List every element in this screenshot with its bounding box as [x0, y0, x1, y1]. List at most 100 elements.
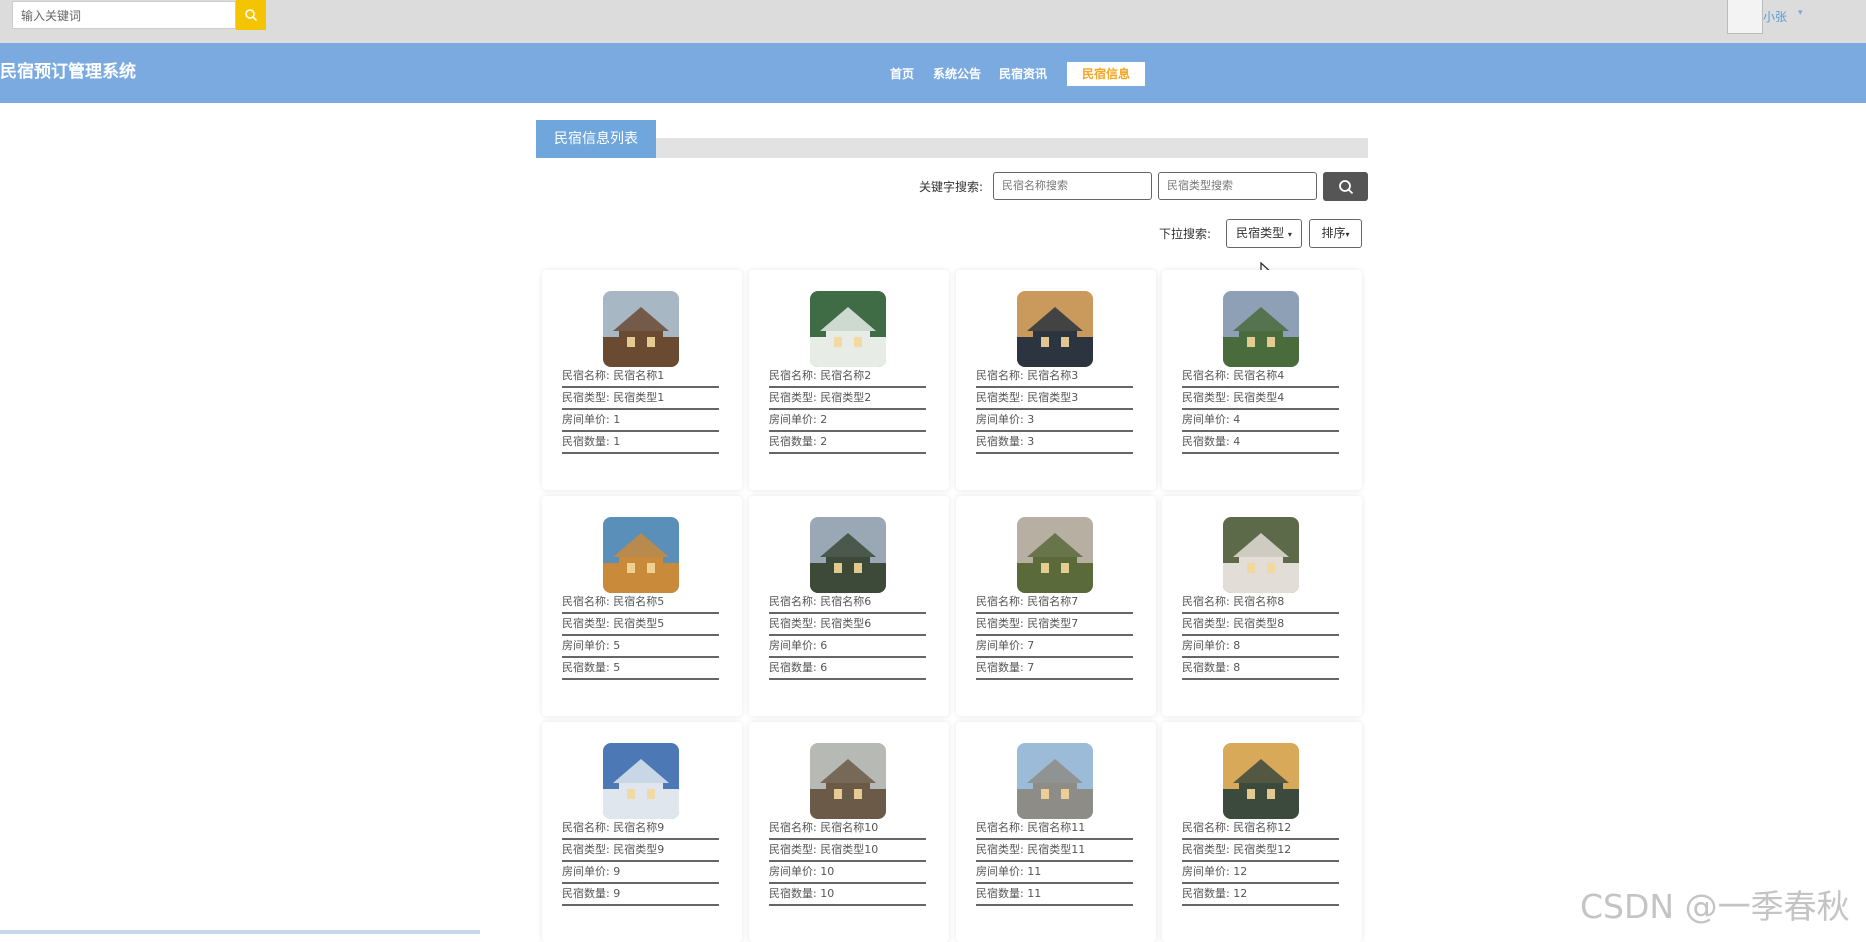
card-field-count: 民宿数量: 12	[1182, 884, 1339, 906]
card-field-name: 民宿名称: 民宿名称12	[1182, 818, 1339, 840]
card-field-price: 房间单价: 1	[562, 410, 719, 432]
card-field-price: 房间单价: 9	[562, 862, 719, 884]
homestay-photo[interactable]	[603, 517, 679, 593]
nav-news[interactable]: 民宿资讯	[999, 62, 1047, 86]
card-field-type: 民宿类型: 民宿类型7	[976, 614, 1133, 636]
username-link[interactable]: 小张	[1763, 8, 1787, 25]
top-bar: 输入关键词 小张 ▾	[0, 0, 1866, 43]
nav-homestay-info[interactable]: 民宿信息	[1067, 62, 1145, 86]
chevron-down-icon[interactable]: ▾	[1798, 8, 1803, 18]
type-dropdown[interactable]: 民宿类型 ▾	[1226, 219, 1302, 248]
card-field-price: 房间单价: 6	[769, 636, 926, 658]
card-field-count: 民宿数量: 3	[976, 432, 1133, 454]
card-field-count: 民宿数量: 4	[1182, 432, 1339, 454]
homestay-card[interactable]: 民宿名称: 民宿名称5 民宿类型: 民宿类型5 房间单价: 5 民宿数量: 5	[542, 496, 742, 716]
search-button[interactable]	[1323, 172, 1368, 201]
type-dropdown-label: 民宿类型	[1236, 226, 1285, 240]
homestay-photo[interactable]	[810, 517, 886, 593]
homestay-card[interactable]: 民宿名称: 民宿名称12 民宿类型: 民宿类型12 房间单价: 12 民宿数量: 12	[1162, 722, 1362, 942]
card-field-count: 民宿数量: 5	[562, 658, 719, 680]
top-search-button[interactable]	[236, 0, 266, 30]
card-field-type: 民宿类型: 民宿类型5	[562, 614, 719, 636]
card-field-price: 房间单价: 7	[976, 636, 1133, 658]
card-field-count: 民宿数量: 6	[769, 658, 926, 680]
search-icon	[245, 9, 258, 22]
card-field-type: 民宿类型: 民宿类型11	[976, 840, 1133, 862]
avatar[interactable]	[1727, 0, 1763, 34]
caret-down-icon: ▾	[1345, 230, 1350, 239]
card-field-type: 民宿类型: 民宿类型9	[562, 840, 719, 862]
dropdown-search-label: 下拉搜索:	[1159, 227, 1212, 241]
card-field-name: 民宿名称: 民宿名称9	[562, 818, 719, 840]
card-field-name: 民宿名称: 民宿名称10	[769, 818, 926, 840]
card-field-type: 民宿类型: 民宿类型3	[976, 388, 1133, 410]
homestay-card[interactable]: 民宿名称: 民宿名称9 民宿类型: 民宿类型9 房间单价: 9 民宿数量: 9	[542, 722, 742, 942]
card-field-name: 民宿名称: 民宿名称1	[562, 366, 719, 388]
homestay-card[interactable]: 民宿名称: 民宿名称6 民宿类型: 民宿类型6 房间单价: 6 民宿数量: 6	[749, 496, 949, 716]
card-field-type: 民宿类型: 民宿类型8	[1182, 614, 1339, 636]
card-field-name: 民宿名称: 民宿名称8	[1182, 592, 1339, 614]
card-field-name: 民宿名称: 民宿名称4	[1182, 366, 1339, 388]
card-field-price: 房间单价: 5	[562, 636, 719, 658]
nav-home[interactable]: 首页	[890, 62, 914, 86]
site-brand[interactable]: 民宿预订管理系统	[0, 57, 136, 82]
homestay-photo[interactable]	[603, 743, 679, 819]
homestay-photo[interactable]	[1017, 517, 1093, 593]
card-field-price: 房间单价: 3	[976, 410, 1133, 432]
homestay-photo[interactable]	[1223, 291, 1299, 367]
card-field-name: 民宿名称: 民宿名称5	[562, 592, 719, 614]
homestay-photo[interactable]	[1017, 291, 1093, 367]
card-field-count: 民宿数量: 10	[769, 884, 926, 906]
homestay-photo[interactable]	[1223, 743, 1299, 819]
homestay-card[interactable]: 民宿名称: 民宿名称3 民宿类型: 民宿类型3 房间单价: 3 民宿数量: 3	[956, 270, 1156, 490]
card-field-price: 房间单价: 11	[976, 862, 1133, 884]
homestay-photo[interactable]	[1223, 517, 1299, 593]
name-search-input[interactable]: 民宿名称搜索	[993, 172, 1152, 200]
homestay-card[interactable]: 民宿名称: 民宿名称2 民宿类型: 民宿类型2 房间单价: 2 民宿数量: 2	[749, 270, 949, 490]
card-field-type: 民宿类型: 民宿类型12	[1182, 840, 1339, 862]
homestay-photo[interactable]	[1017, 743, 1093, 819]
card-field-count: 民宿数量: 11	[976, 884, 1133, 906]
card-field-count: 民宿数量: 7	[976, 658, 1133, 680]
top-search-input[interactable]: 输入关键词	[12, 1, 236, 29]
homestay-photo[interactable]	[810, 743, 886, 819]
homestay-photo[interactable]	[603, 291, 679, 367]
type-search-input[interactable]: 民宿类型搜索	[1158, 172, 1317, 200]
card-field-count: 民宿数量: 2	[769, 432, 926, 454]
card-field-type: 民宿类型: 民宿类型1	[562, 388, 719, 410]
card-field-price: 房间单价: 4	[1182, 410, 1339, 432]
horizontal-scrollbar[interactable]	[0, 930, 480, 934]
card-field-price: 房间单价: 8	[1182, 636, 1339, 658]
nav-announcements[interactable]: 系统公告	[933, 62, 981, 86]
card-field-name: 民宿名称: 民宿名称3	[976, 366, 1133, 388]
homestay-card[interactable]: 民宿名称: 民宿名称8 民宿类型: 民宿类型8 房间单价: 8 民宿数量: 8	[1162, 496, 1362, 716]
sort-dropdown[interactable]: 排序▾	[1309, 219, 1362, 248]
card-field-type: 民宿类型: 民宿类型2	[769, 388, 926, 410]
homestay-photo[interactable]	[810, 291, 886, 367]
page-title: 民宿信息列表	[536, 120, 656, 158]
homestay-card[interactable]: 民宿名称: 民宿名称1 民宿类型: 民宿类型1 房间单价: 1 民宿数量: 1	[542, 270, 742, 490]
card-field-count: 民宿数量: 8	[1182, 658, 1339, 680]
sort-dropdown-label: 排序	[1321, 226, 1346, 240]
card-field-count: 民宿数量: 1	[562, 432, 719, 454]
keyword-search-label: 关键字搜索:	[919, 180, 984, 194]
homestay-card[interactable]: 民宿名称: 民宿名称4 民宿类型: 民宿类型4 房间单价: 4 民宿数量: 4	[1162, 270, 1362, 490]
card-field-name: 民宿名称: 民宿名称6	[769, 592, 926, 614]
watermark: CSDN @一季春秋	[1580, 887, 1850, 926]
card-field-price: 房间单价: 12	[1182, 862, 1339, 884]
main-navbar: 民宿预订管理系统 首页 系统公告 民宿资讯 民宿信息	[0, 43, 1866, 103]
card-field-type: 民宿类型: 民宿类型6	[769, 614, 926, 636]
card-field-price: 房间单价: 10	[769, 862, 926, 884]
search-icon	[1338, 179, 1353, 194]
card-field-count: 民宿数量: 9	[562, 884, 719, 906]
list-header-bar	[536, 138, 1368, 158]
caret-down-icon: ▾	[1287, 230, 1292, 239]
homestay-card[interactable]: 民宿名称: 民宿名称7 民宿类型: 民宿类型7 房间单价: 7 民宿数量: 7	[956, 496, 1156, 716]
card-field-type: 民宿类型: 民宿类型10	[769, 840, 926, 862]
homestay-card[interactable]: 民宿名称: 民宿名称11 民宿类型: 民宿类型11 房间单价: 11 民宿数量: 11	[956, 722, 1156, 942]
homestay-card[interactable]: 民宿名称: 民宿名称10 民宿类型: 民宿类型10 房间单价: 10 民宿数量: 10	[749, 722, 949, 942]
card-field-name: 民宿名称: 民宿名称11	[976, 818, 1133, 840]
card-field-type: 民宿类型: 民宿类型4	[1182, 388, 1339, 410]
card-field-name: 民宿名称: 民宿名称7	[976, 592, 1133, 614]
card-field-name: 民宿名称: 民宿名称2	[769, 366, 926, 388]
